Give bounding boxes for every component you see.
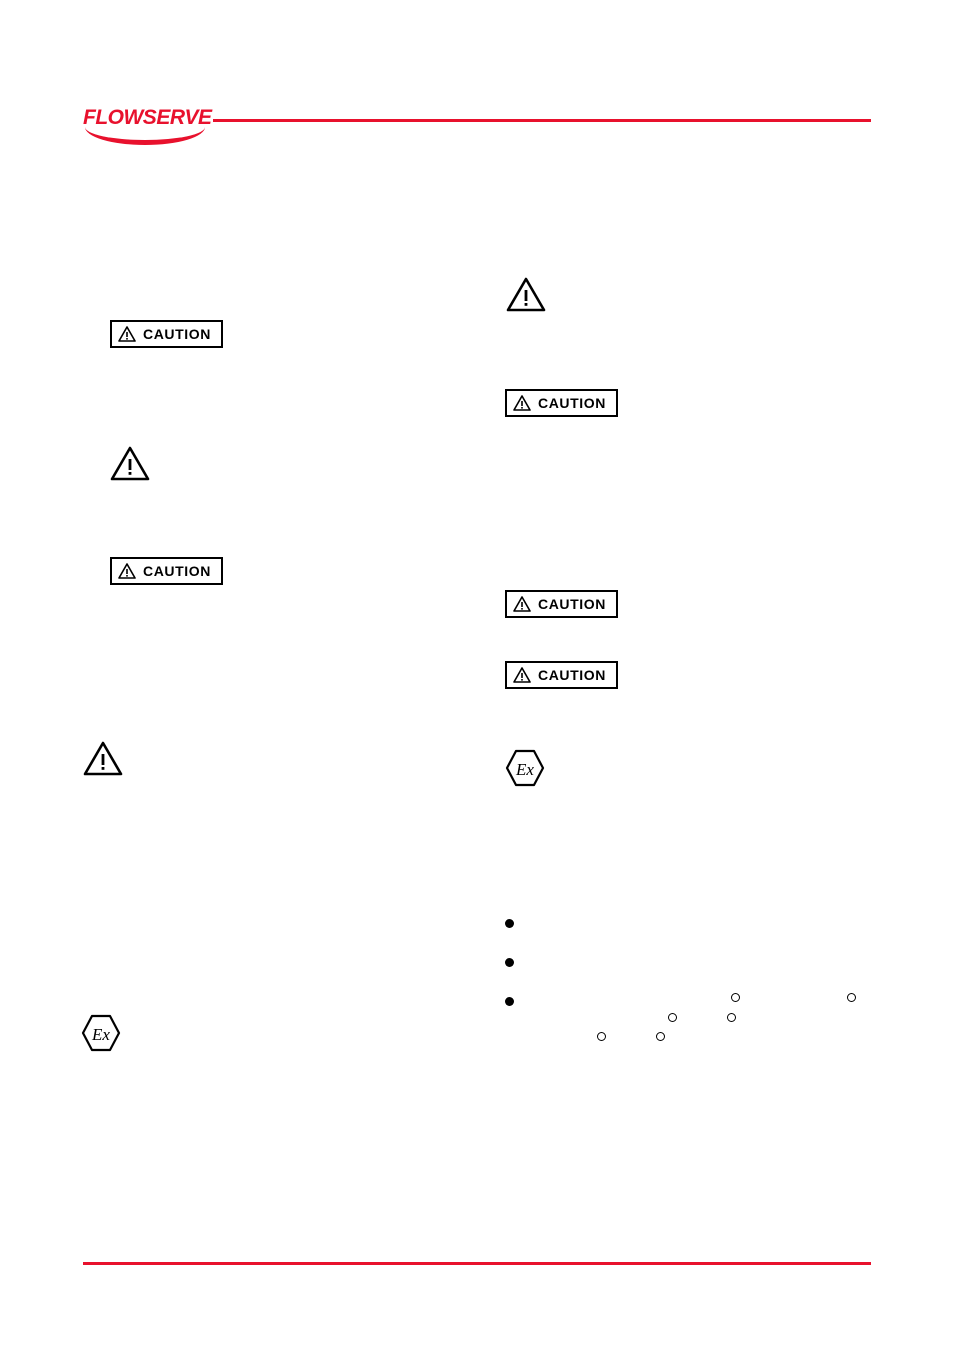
caution-label: CAUTION	[538, 667, 606, 683]
warning-triangle-icon	[513, 596, 531, 612]
caution-mark-right-3: CAUTION	[505, 661, 618, 689]
degree-symbol-4	[727, 1013, 736, 1022]
degree-symbol-3	[668, 1013, 677, 1022]
degree-symbol-5	[597, 1032, 606, 1041]
warning-triangle-icon	[118, 563, 136, 579]
footer-divider-rule	[83, 1262, 871, 1265]
caution-label: CAUTION	[143, 563, 211, 579]
caution-label: CAUTION	[538, 596, 606, 612]
atex-ex-icon: Ex	[81, 1014, 121, 1052]
caution-mark-left-2: CAUTION	[110, 557, 223, 585]
header-divider-rule	[213, 119, 871, 122]
page-header: FLOWSERVE	[0, 50, 954, 145]
warning-triangle-icon	[506, 277, 546, 312]
bullet-item-2	[505, 958, 514, 967]
atex-mark-left-1: Ex	[80, 1013, 122, 1058]
atex-ex-text: Ex	[515, 760, 534, 779]
degree-symbol-2	[847, 993, 856, 1002]
warning-mark-left-1	[110, 446, 150, 486]
caution-mark-right-1: CAUTION	[505, 389, 618, 417]
warning-triangle-icon	[513, 667, 531, 683]
warning-triangle-icon	[110, 446, 150, 481]
warning-triangle-icon	[513, 395, 531, 411]
caution-mark-left-1: CAUTION	[110, 320, 223, 348]
warning-triangle-icon	[83, 741, 123, 776]
warning-mark-left-2	[83, 741, 123, 781]
flowserve-logo: FLOWSERVE	[83, 100, 212, 145]
atex-ex-text: Ex	[91, 1025, 110, 1044]
atex-mark-right-1: Ex	[504, 748, 546, 793]
bullet-item-3	[505, 997, 514, 1006]
bullet-item-1	[505, 919, 514, 928]
warning-mark-right-1	[506, 277, 546, 317]
degree-symbol-6	[656, 1032, 665, 1041]
caution-label: CAUTION	[143, 326, 211, 342]
atex-ex-icon: Ex	[505, 749, 545, 787]
warning-triangle-icon	[118, 326, 136, 342]
degree-symbol-1	[731, 993, 740, 1002]
caution-mark-right-2: CAUTION	[505, 590, 618, 618]
logo-swoosh-icon	[85, 126, 205, 145]
caution-label: CAUTION	[538, 395, 606, 411]
